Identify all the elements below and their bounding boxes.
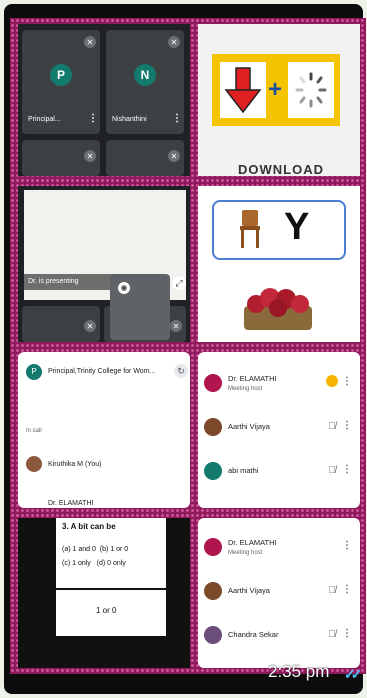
avatar — [204, 626, 222, 644]
mic-off-icon: 🎙̸ — [328, 629, 337, 640]
mic-off-icon: 🎙̸ — [328, 585, 337, 596]
participant-name: Nishanthini — [112, 116, 147, 123]
participant-tile[interactable]: ✕ — [106, 140, 184, 176]
chair-icon — [240, 210, 260, 248]
download-arrow-icon — [220, 62, 266, 118]
quiz-options-1: (a) 1 and 0 (b) 1 or 0 — [62, 546, 129, 553]
host-badge-icon — [326, 375, 338, 387]
expand-icon[interactable]: ⤢ — [172, 276, 186, 290]
mic-off-icon: ✕ — [170, 320, 182, 332]
collage-image[interactable]: P Principal... ⋮ ✕ N Nishanthini ⋮ ✕ ✕ ✕ — [10, 18, 366, 674]
more-icon[interactable]: ⋮ — [342, 464, 352, 475]
slide-letter: Y — [284, 206, 310, 248]
self-view[interactable]: ◉ — [110, 274, 170, 340]
fruit-basket-image — [238, 278, 318, 334]
mic-off-icon: 🎙̸ — [328, 421, 337, 432]
partial-name: Dr. ELAMATHI — [48, 500, 94, 507]
participant-name: Principal... — [28, 116, 61, 123]
slide-caption: DOWNLOAD — [238, 162, 324, 176]
avatar — [204, 582, 222, 600]
more-icon[interactable]: ⋮ — [88, 114, 98, 124]
more-icon[interactable]: ⋮ — [172, 114, 182, 124]
list-item[interactable]: Aarthi Vijaya 🎙̸ ⋮ — [198, 412, 360, 444]
more-icon[interactable]: ⋮ — [342, 540, 352, 551]
list-item[interactable]: Dr. ELAMATHI Meeting host ⋮ — [198, 532, 360, 564]
letter-card: Y — [212, 200, 346, 260]
presenting-text: Dr. is presenting — [28, 278, 79, 285]
more-icon[interactable]: ⋮ — [342, 376, 352, 387]
read-receipt-icon: ✓✓ — [344, 666, 363, 682]
participant-name: abi mathi — [228, 466, 259, 475]
list-item[interactable]: abi mathi 🎙̸ ⋮ — [198, 456, 360, 488]
participants-panel: P Principal,Trinity College for Wom... ↻… — [18, 352, 190, 508]
participant-name: Aarthi Vijaya — [228, 586, 270, 595]
avatar: P — [50, 64, 72, 86]
avatar — [204, 374, 222, 392]
participant-name: Chandra Sekar — [228, 630, 279, 639]
quiz-tile: 3. A bit can be (a) 1 and 0 (b) 1 or 0 (… — [18, 518, 190, 668]
participant-tile[interactable]: ✕ — [22, 306, 100, 342]
quiz-card: 3. A bit can be (a) 1 and 0 (b) 1 or 0 (… — [56, 518, 166, 588]
reload-icon[interactable]: ↻ — [174, 364, 188, 378]
presenting-label: Dr. is presenting — [24, 274, 114, 290]
list-item[interactable]: Aarthi Vijaya 🎙̸ ⋮ — [198, 576, 360, 608]
avatar: N — [134, 64, 156, 86]
self-name: Kiruthika M (You) — [48, 461, 102, 468]
mic-off-icon: ✕ — [168, 150, 180, 162]
participant-tile[interactable]: ✕ — [22, 140, 100, 176]
more-icon[interactable]: ⋮ — [342, 584, 352, 595]
participant-name: Aarthi Vijaya — [228, 422, 270, 431]
mic-off-icon: ✕ — [84, 320, 96, 332]
avatar — [204, 462, 222, 480]
participant-tile[interactable]: N Nishanthini ⋮ ✕ — [106, 30, 184, 134]
slide-banner: + — [212, 54, 340, 126]
people-list-2: Dr. ELAMATHI Meeting host ⋮ Aarthi Vijay… — [198, 518, 360, 668]
chair-slide-tile: Y — [198, 186, 360, 342]
role-label: Meeting host — [228, 550, 263, 556]
mic-off-icon: ✕ — [168, 36, 180, 48]
role-label: Meeting host — [228, 386, 263, 392]
download-slide-tile: + DOWNLOAD — [198, 24, 360, 176]
quiz-question: 3. A bit can be — [62, 522, 116, 531]
more-icon[interactable]: ⋮ — [342, 628, 352, 639]
participant-tile[interactable]: P Principal... ⋮ ✕ — [22, 30, 100, 134]
mic-off-icon: ✕ — [84, 36, 96, 48]
panel-header: Principal,Trinity College for Wom... — [48, 368, 156, 375]
message-time: 2:35 pm — [268, 662, 330, 681]
quiz-answer: 1 or 0 — [96, 606, 117, 615]
plus-icon: + — [268, 76, 283, 103]
more-icon[interactable]: ⋮ — [342, 420, 352, 431]
people-list-1: Dr. ELAMATHI Meeting host ⋮ Aarthi Vijay… — [198, 352, 360, 508]
mic-off-icon: ✕ — [84, 150, 96, 162]
list-item[interactable]: Chandra Sekar 🎙̸ ⋮ — [198, 620, 360, 652]
mic-off-icon: 🎙̸ — [328, 465, 337, 476]
pin-icon[interactable]: ◉ — [118, 282, 130, 294]
participant-name: Dr. ELAMATHI — [228, 374, 277, 383]
participant-name: Dr. ELAMATHI — [228, 538, 277, 547]
quiz-options-2: (c) 1 only (d) 0 only — [62, 560, 126, 567]
answer-card: 1 or 0 — [56, 590, 166, 636]
self-avatar — [26, 456, 42, 472]
meet-grid-tile: P Principal... ⋮ ✕ N Nishanthini ⋮ ✕ ✕ ✕ — [18, 24, 190, 176]
list-item[interactable]: Dr. ELAMATHI Meeting host ⋮ — [198, 368, 360, 400]
avatar — [204, 418, 222, 436]
presenting-tile: Dr. is presenting ✕ ✕ ◉ ⤢ — [18, 186, 190, 342]
avatar — [204, 538, 222, 556]
loading-spinner-icon — [288, 62, 334, 118]
section-label: In call — [26, 428, 42, 434]
panel-avatar: P — [26, 364, 42, 380]
